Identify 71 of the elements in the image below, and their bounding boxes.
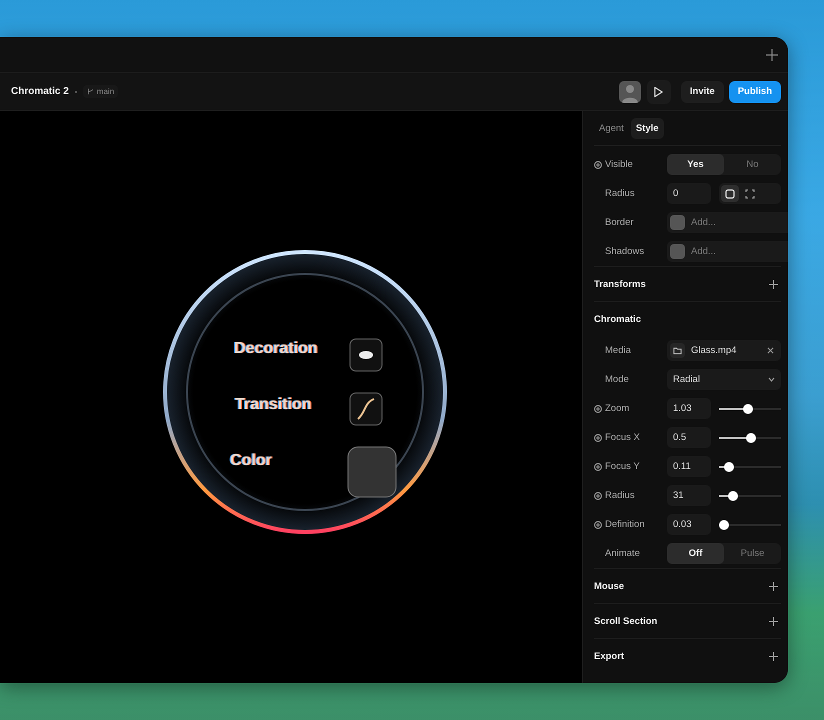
mode-dropdown[interactable]: Radial	[667, 369, 781, 390]
branch-tag[interactable]: main	[82, 85, 118, 98]
property-label: Zoom	[605, 403, 630, 414]
property-label: Border	[605, 217, 635, 228]
file-name: Glass.mp4	[690, 345, 738, 356]
canvas-label: Transition	[235, 396, 312, 414]
tab[interactable]: Agent	[594, 118, 629, 139]
property-label: Visible	[605, 159, 634, 170]
color-swatch[interactable]	[670, 215, 685, 230]
plus-icon[interactable]	[766, 48, 778, 60]
branch-icon	[86, 88, 94, 95]
property-label: Definition	[605, 519, 646, 530]
number-field[interactable]: 0.03	[667, 514, 711, 535]
slider-thumb[interactable]	[728, 490, 738, 500]
segment-option[interactable]: Off	[667, 543, 724, 564]
plus-icon[interactable]	[769, 582, 778, 590]
file-field[interactable]: Glass.mp4	[667, 340, 781, 361]
corners-icon	[745, 188, 755, 198]
segment-option[interactable]: Pulse	[724, 543, 781, 564]
keyframe-icon[interactable]	[594, 404, 602, 412]
square-icon	[725, 188, 735, 198]
fill-field[interactable]: Add...	[667, 212, 788, 233]
property-label: Media	[605, 345, 632, 356]
shape-toggle[interactable]	[721, 185, 739, 202]
chevron-down-icon	[768, 377, 775, 382]
property-label: Mode	[605, 374, 630, 385]
project-title: Chromatic 2	[11, 86, 69, 97]
property-label: Animate	[605, 548, 641, 559]
property-label: Radius	[605, 188, 636, 199]
property-label: Focus Y	[605, 461, 641, 472]
folder-icon	[673, 346, 682, 355]
property-label: Radius	[605, 490, 636, 501]
number-field[interactable]: 0	[667, 183, 711, 204]
section-title[interactable]: Mouse	[594, 580, 624, 592]
folder-button[interactable]	[670, 343, 685, 358]
number-field[interactable]: 0.11	[667, 456, 711, 477]
number-field[interactable]: 0.5	[667, 427, 711, 448]
segment-option[interactable]: Yes	[667, 154, 724, 175]
slider-thumb[interactable]	[724, 462, 734, 472]
plus-icon[interactable]	[769, 652, 778, 660]
segment-option[interactable]: No	[724, 154, 781, 175]
keyframe-icon[interactable]	[594, 520, 602, 528]
color-swatch[interactable]	[670, 244, 685, 259]
play-icon	[653, 86, 664, 98]
fill-field[interactable]: Add...	[667, 241, 788, 262]
invite-button[interactable]: Invite	[680, 80, 724, 102]
number-field[interactable]: 31	[667, 485, 711, 506]
section-title[interactable]: Transforms	[594, 278, 646, 290]
section-title[interactable]: Scroll Section	[594, 616, 658, 626]
keyframe-icon[interactable]	[594, 434, 602, 442]
slider-thumb[interactable]	[718, 520, 729, 530]
canvas-label: Decoration	[234, 340, 318, 358]
branch-name: main	[96, 87, 114, 96]
avatar[interactable]	[618, 80, 641, 102]
play-button[interactable]	[646, 80, 671, 104]
plus-icon[interactable]	[769, 280, 778, 288]
number-field[interactable]: 1.03	[667, 398, 711, 419]
plus-icon[interactable]	[769, 616, 778, 626]
property-label: Focus X	[605, 432, 641, 443]
keyframe-icon[interactable]	[594, 492, 602, 500]
slider-thumb[interactable]	[746, 432, 756, 442]
keyframe-icon[interactable]	[594, 462, 602, 470]
slider-thumb[interactable]	[743, 404, 754, 414]
property-label: Shadows	[605, 246, 646, 257]
canvas-label: Color	[230, 452, 272, 470]
section-title[interactable]: Export	[594, 650, 624, 662]
keyframe-icon[interactable]	[594, 160, 602, 168]
dropdown-value: Radial	[673, 374, 700, 385]
close-icon[interactable]	[767, 347, 774, 354]
section-title[interactable]: Chromatic	[594, 314, 641, 324]
tab[interactable]: Style	[630, 118, 664, 139]
